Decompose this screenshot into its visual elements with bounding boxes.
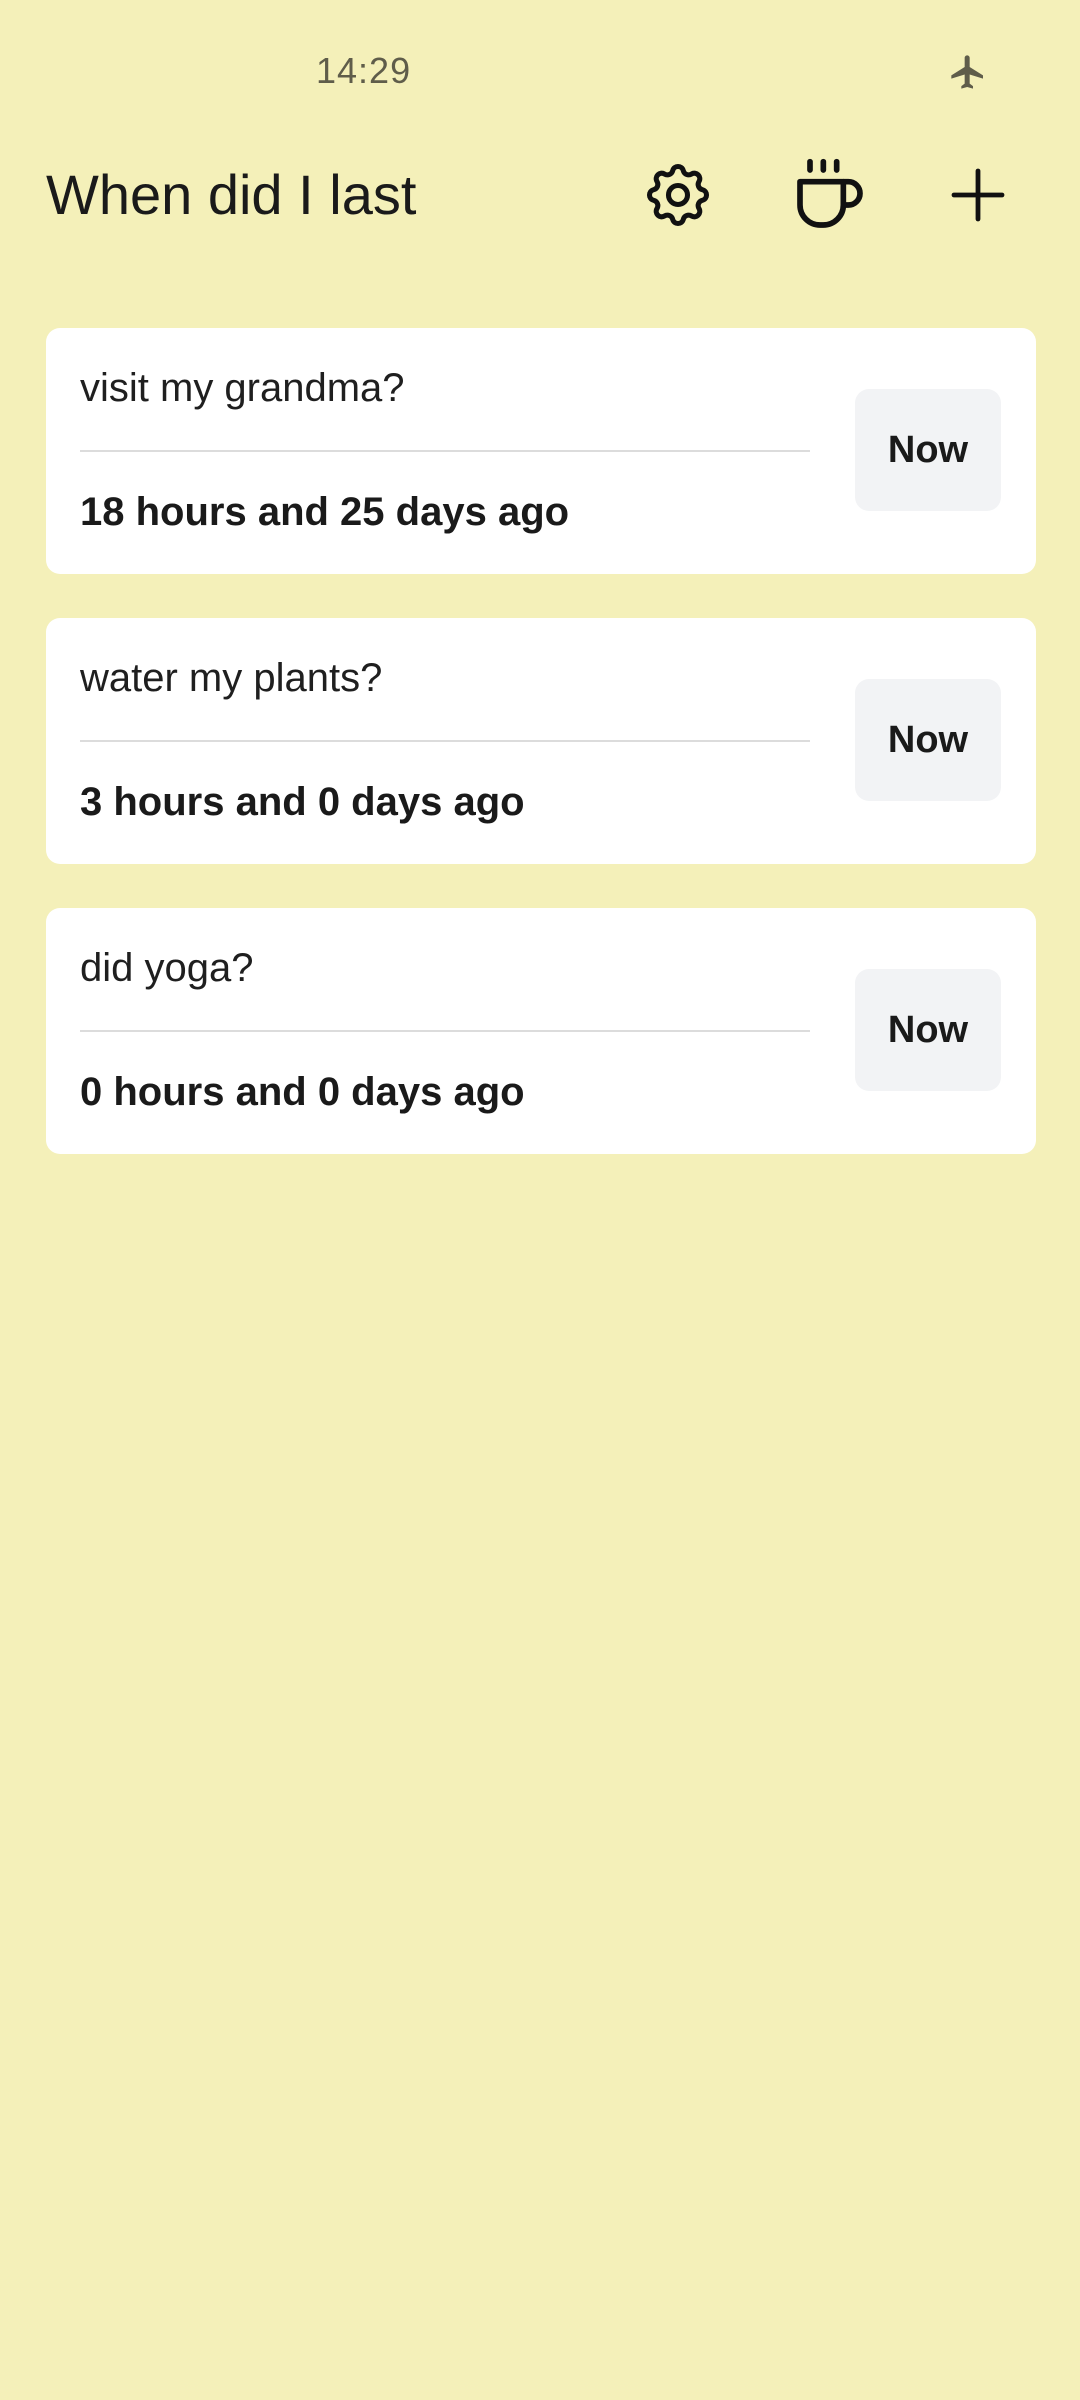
now-button[interactable]: Now xyxy=(855,679,1001,801)
item-elapsed: 3 hours and 0 days ago xyxy=(80,780,525,824)
item-elapsed: 18 hours and 25 days ago xyxy=(80,490,570,534)
app-header: When did I last xyxy=(0,140,1080,250)
coffee-cup-icon xyxy=(790,155,870,235)
divider xyxy=(80,1030,810,1032)
airplane-mode-icon xyxy=(948,52,988,92)
status-time: 14:29 xyxy=(316,50,412,91)
list-item[interactable]: water my plants? 3 hours and 0 days ago … xyxy=(46,618,1036,864)
item-name: water my plants? xyxy=(80,656,383,700)
settings-button[interactable] xyxy=(633,150,723,240)
page-title: When did I last xyxy=(46,163,417,226)
item-elapsed: 0 hours and 0 days ago xyxy=(80,1070,525,1114)
divider xyxy=(80,740,810,742)
list-item[interactable]: did yoga? 0 hours and 0 days ago Now xyxy=(46,908,1036,1154)
now-button[interactable]: Now xyxy=(855,969,1001,1091)
now-button[interactable]: Now xyxy=(855,389,1001,511)
list-item[interactable]: visit my grandma? 18 hours and 25 days a… xyxy=(46,328,1036,574)
divider xyxy=(80,450,810,452)
item-name: visit my grandma? xyxy=(80,366,405,410)
add-button[interactable] xyxy=(933,150,1023,240)
plus-icon xyxy=(946,163,1010,227)
status-bar: 14:29 xyxy=(0,0,1080,140)
item-name: did yoga? xyxy=(80,946,254,990)
coffee-button[interactable] xyxy=(785,150,875,240)
gear-icon xyxy=(640,157,716,233)
activity-list: visit my grandma? 18 hours and 25 days a… xyxy=(46,328,1036,1198)
